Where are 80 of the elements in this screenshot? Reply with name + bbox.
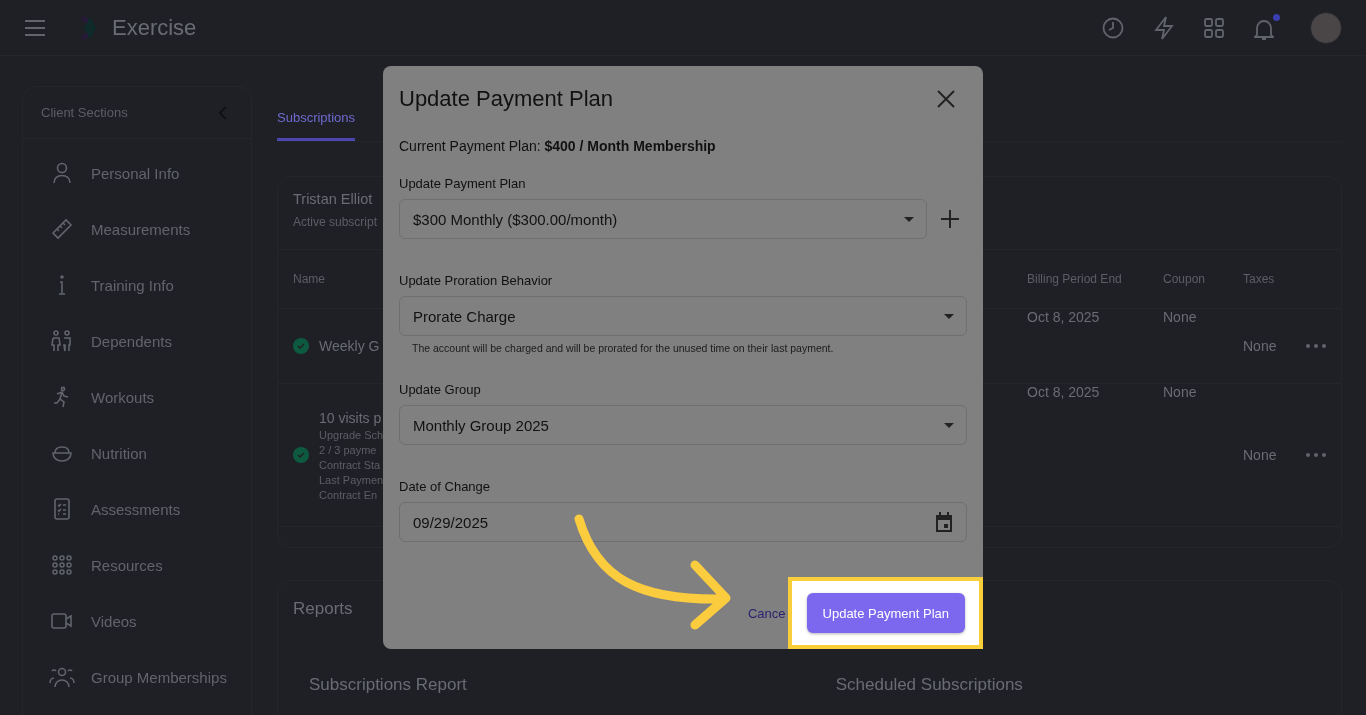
- report-title[interactable]: Scheduled Subscriptions: [835, 675, 1023, 695]
- table-cell: None: [1243, 338, 1277, 354]
- bell-icon[interactable]: [1254, 14, 1280, 41]
- detail-text: Contract Sta: [319, 458, 381, 471]
- submit-button[interactable]: Update Payment Plan: [806, 593, 965, 633]
- caret-icon: [944, 422, 954, 428]
- caret-icon: [904, 216, 914, 222]
- detail-text: Contract En: [319, 488, 378, 501]
- table-cell: 10 visits p: [319, 409, 382, 426]
- sidebar-label: Workouts: [91, 388, 155, 406]
- dialog-title: Update Payment Plan: [399, 86, 614, 112]
- sidebar-item[interactable]: Dependents: [23, 313, 251, 369]
- app-name: Exercise: [112, 14, 197, 41]
- report-title[interactable]: Subscriptions Report: [309, 675, 467, 695]
- detail-text: 2 / 3 payme: [319, 443, 377, 456]
- detail-text: Upgrade Sch: [319, 428, 384, 441]
- column-header: Taxes: [1243, 272, 1275, 286]
- person-icon: [52, 162, 72, 184]
- plus-icon[interactable]: [941, 210, 959, 228]
- lightning-icon[interactable]: [1154, 15, 1174, 40]
- column-header: Name: [293, 272, 325, 286]
- section-title: Reports: [293, 599, 353, 619]
- card-subtitle: Active subscript: [293, 215, 378, 229]
- help-text: The account will be charged and will be prorated for the unused time on their last payment.: [412, 342, 835, 354]
- more-icon[interactable]: [1306, 453, 1327, 457]
- sidebar-label: Measurements: [91, 220, 191, 238]
- sidebar-item[interactable]: Training Info: [23, 257, 251, 313]
- calendar-icon: [934, 511, 954, 533]
- client-name: Tristan Elliot: [293, 191, 373, 207]
- close-icon[interactable]: [937, 90, 955, 108]
- video-camera-icon: [50, 611, 74, 631]
- ruler-icon: [51, 218, 73, 240]
- table-cell: None: [1163, 384, 1197, 400]
- select-field[interactable]: $300 Monthly ($300.00/month): [399, 199, 927, 239]
- sidebar-label: Personal Info: [91, 164, 180, 182]
- sidebar-item[interactable]: Videos: [23, 593, 251, 649]
- menu-icon[interactable]: [24, 18, 46, 37]
- sidebar-label: Videos: [91, 612, 137, 630]
- grid-icon[interactable]: [1204, 17, 1224, 38]
- sidebar-label: Resources: [91, 556, 163, 574]
- cancel-link[interactable]: Cance: [747, 605, 786, 621]
- sidebar-item[interactable]: Nutrition: [23, 425, 251, 481]
- detail-text: Last Paymen: [319, 473, 384, 486]
- info-icon: [58, 274, 66, 296]
- table-cell: None: [1243, 447, 1277, 463]
- sidebar-label: Training Info: [91, 276, 174, 294]
- sidebar-label: Assessments: [91, 500, 181, 518]
- sidebar-label: Dependents: [91, 332, 172, 350]
- tab[interactable]: Subscriptions: [277, 110, 356, 141]
- sidebar-item[interactable]: Measurements: [23, 201, 251, 257]
- select-field[interactable]: Monthly Group 2025: [399, 405, 967, 445]
- table-cell: Oct 8, 2025: [1027, 309, 1100, 325]
- sidebar-item[interactable]: Resources: [23, 537, 251, 593]
- sidebar-item[interactable]: Group Memberships: [23, 649, 251, 705]
- sidebar-item[interactable]: Workouts: [23, 369, 251, 425]
- sidebar-label: Group Memberships: [91, 668, 227, 686]
- table-cell: Weekly G: [319, 338, 380, 354]
- field-label: Date of Change: [399, 479, 492, 494]
- group-icon: [49, 666, 75, 688]
- current-plan-text: Current Payment Plan: $400 / Month Membership: [399, 138, 717, 154]
- sidebar-label: Nutrition: [91, 444, 147, 462]
- sidebar-title: Client Sections: [41, 105, 128, 120]
- checklist-icon: [53, 498, 71, 520]
- select-field[interactable]: Prorate Charge: [399, 296, 967, 336]
- table-cell: None: [1163, 309, 1197, 325]
- people-icon: [50, 330, 74, 352]
- field-label: Update Proration Behavior: [399, 273, 554, 288]
- table-cell: Oct 8, 2025: [1027, 384, 1100, 400]
- caret-icon: [944, 313, 954, 319]
- sidebar-item[interactable]: Personal Info: [23, 145, 251, 201]
- sidebar-item[interactable]: Assessments: [23, 481, 251, 537]
- more-icon[interactable]: [1306, 344, 1327, 348]
- dot-grid-icon: [52, 555, 72, 575]
- avatar[interactable]: [1310, 11, 1342, 44]
- column-header: Coupon: [1163, 272, 1206, 286]
- date-field[interactable]: 09/29/2025: [399, 502, 967, 542]
- clock-icon[interactable]: [1102, 16, 1124, 39]
- column-header: Billing Period End: [1027, 272, 1122, 286]
- field-label: Update Payment Plan: [399, 176, 527, 191]
- field-label: Update Group: [399, 382, 482, 397]
